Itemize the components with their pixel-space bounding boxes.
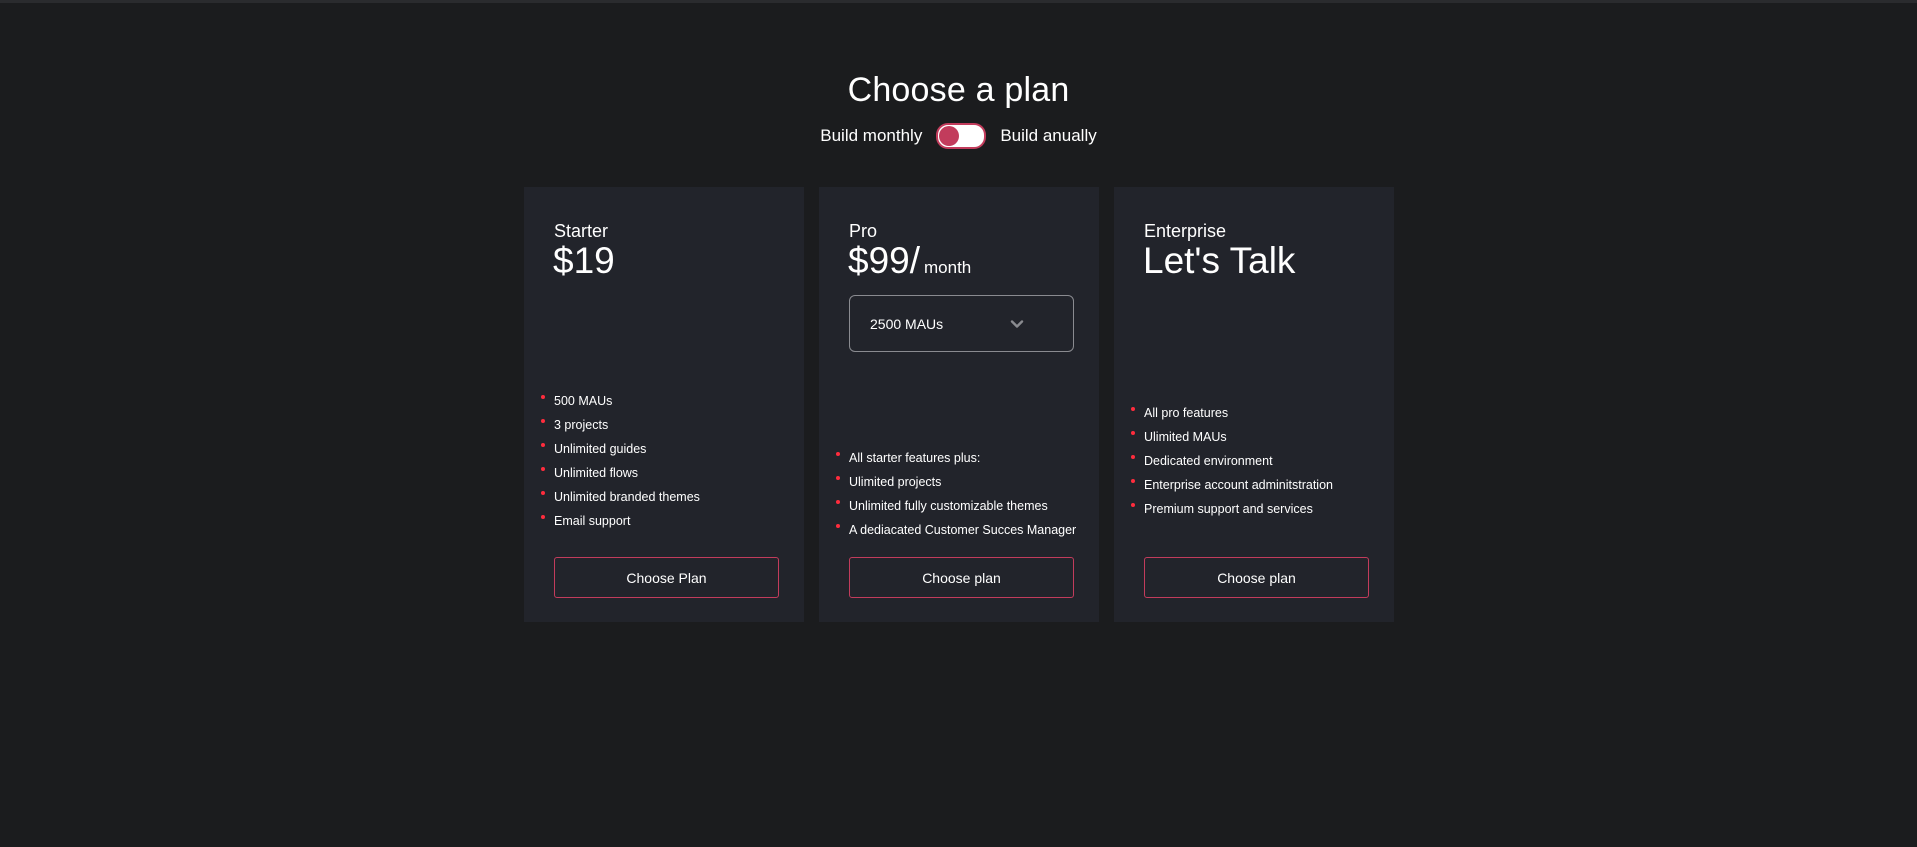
- plan-card-pro: Pro $99/month 2500 MAUs All starter feat…: [819, 187, 1099, 622]
- list-item: Ulimited projects: [836, 473, 1076, 497]
- feature-list: All pro features Ulimited MAUs Dedicated…: [1131, 404, 1333, 524]
- plan-name: Enterprise: [1144, 221, 1227, 241]
- list-item: Unlimited fully customizable themes: [836, 497, 1076, 521]
- plan-name: Starter: [554, 221, 609, 241]
- list-item: Unlimited branded themes: [541, 488, 700, 512]
- toggle-knob: [939, 126, 960, 146]
- bullet-icon: [1131, 479, 1135, 483]
- mau-select-value: 2500 MAUs: [870, 315, 944, 332]
- billing-period-toggle[interactable]: [936, 123, 987, 149]
- feature-list: All starter features plus: Ulimited proj…: [836, 449, 1076, 545]
- bullet-icon: [541, 395, 545, 399]
- choose-plan-button[interactable]: Choose Plan: [554, 557, 779, 598]
- bullet-icon: [541, 419, 545, 423]
- billing-toggle-row: Build monthly Build anually: [0, 123, 1917, 149]
- chevron-down-icon: [1010, 320, 1024, 328]
- choose-plan-button[interactable]: Choose plan: [1144, 557, 1369, 598]
- list-item: 500 MAUs: [541, 392, 700, 416]
- bullet-icon: [541, 491, 545, 495]
- list-item: Premium support and services: [1131, 500, 1333, 524]
- billing-annual-label: Build anually: [1000, 126, 1097, 145]
- plan-card-enterprise: Enterprise Let's Talk All pro features U…: [1114, 187, 1394, 622]
- list-item: Email support: [541, 512, 700, 536]
- plan-card-starter: Starter $19 500 MAUs 3 projects Unlimite…: [524, 187, 804, 622]
- price-amount: Let's Talk: [1143, 240, 1296, 281]
- bullet-icon: [1131, 407, 1135, 411]
- list-item: All starter features plus:: [836, 449, 1076, 473]
- bullet-icon: [1131, 455, 1135, 459]
- bullet-icon: [836, 500, 840, 504]
- bullet-icon: [541, 467, 545, 471]
- price-period: month: [924, 258, 972, 277]
- plan-price: $99/month: [848, 240, 972, 281]
- bullet-icon: [836, 476, 840, 480]
- bullet-icon: [836, 524, 840, 528]
- plan-name: Pro: [849, 221, 878, 241]
- plan-cards: Starter $19 500 MAUs 3 projects Unlimite…: [524, 187, 1394, 622]
- top-divider: [0, 0, 1917, 3]
- list-item: A dediacated Customer Succes Manager: [836, 521, 1076, 545]
- price-amount: $99/: [848, 240, 921, 281]
- bullet-icon: [836, 452, 840, 456]
- list-item: Enterprise account adminitstration: [1131, 476, 1333, 500]
- bullet-icon: [541, 515, 545, 519]
- choose-plan-button[interactable]: Choose plan: [849, 557, 1074, 598]
- plan-price: $19: [553, 240, 615, 281]
- billing-monthly-label: Build monthly: [820, 126, 923, 145]
- bullet-icon: [541, 443, 545, 447]
- list-item: 3 projects: [541, 416, 700, 440]
- feature-list: 500 MAUs 3 projects Unlimited guides Unl…: [541, 392, 700, 536]
- list-item: Dedicated environment: [1131, 452, 1333, 476]
- list-item: Ulimited MAUs: [1131, 428, 1333, 452]
- list-item: Unlimited flows: [541, 464, 700, 488]
- bullet-icon: [1131, 503, 1135, 507]
- bullet-icon: [1131, 431, 1135, 435]
- page-title: Choose a plan: [847, 70, 1070, 109]
- price-amount: $19: [553, 240, 615, 281]
- list-item: All pro features: [1131, 404, 1333, 428]
- list-item: Unlimited guides: [541, 440, 700, 464]
- plan-price: Let's Talk: [1143, 240, 1296, 281]
- mau-select[interactable]: 2500 MAUs: [849, 295, 1074, 352]
